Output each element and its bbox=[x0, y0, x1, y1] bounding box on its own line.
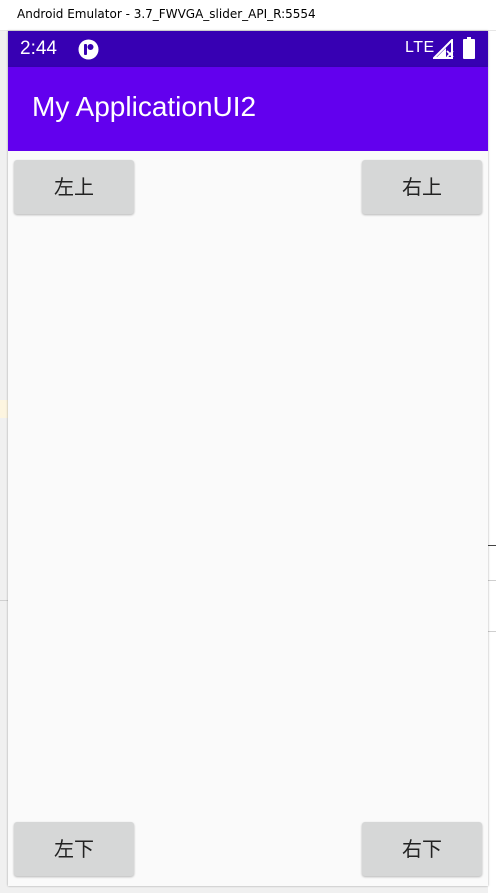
background-window-edge bbox=[488, 31, 496, 893]
emulator-window: Android Emulator - 3.7_FWVGA_slider_API_… bbox=[0, 0, 496, 893]
app-bar: My ApplicationUI2 bbox=[8, 67, 488, 151]
top-left-button[interactable]: 左上 bbox=[14, 160, 134, 214]
notification-icon bbox=[78, 39, 99, 60]
status-bar: 2:44 LTE bbox=[8, 31, 488, 67]
background-highlight bbox=[0, 400, 8, 418]
status-clock: 2:44 bbox=[20, 38, 57, 59]
background-divider bbox=[488, 631, 496, 632]
bottom-right-button[interactable]: 右下 bbox=[362, 822, 482, 876]
background-divider bbox=[488, 545, 496, 546]
network-type-label: LTE bbox=[405, 39, 435, 56]
window-titlebar: Android Emulator - 3.7_FWVGA_slider_API_… bbox=[0, 0, 496, 31]
battery-icon bbox=[463, 37, 475, 59]
top-right-button[interactable]: 右上 bbox=[362, 160, 482, 214]
device-screen: 2:44 LTE My ApplicationUI2 左上 右上 左下 右下 bbox=[8, 31, 488, 886]
app-title: My ApplicationUI2 bbox=[32, 91, 257, 122]
background-divider bbox=[488, 580, 496, 581]
main-content: 左上 右上 左下 右下 bbox=[8, 151, 488, 886]
window-title: Android Emulator - 3.7_FWVGA_slider_API_… bbox=[17, 7, 316, 21]
signal-icon bbox=[433, 39, 454, 59]
bottom-left-button[interactable]: 左下 bbox=[14, 822, 134, 876]
background-divider bbox=[0, 600, 8, 601]
